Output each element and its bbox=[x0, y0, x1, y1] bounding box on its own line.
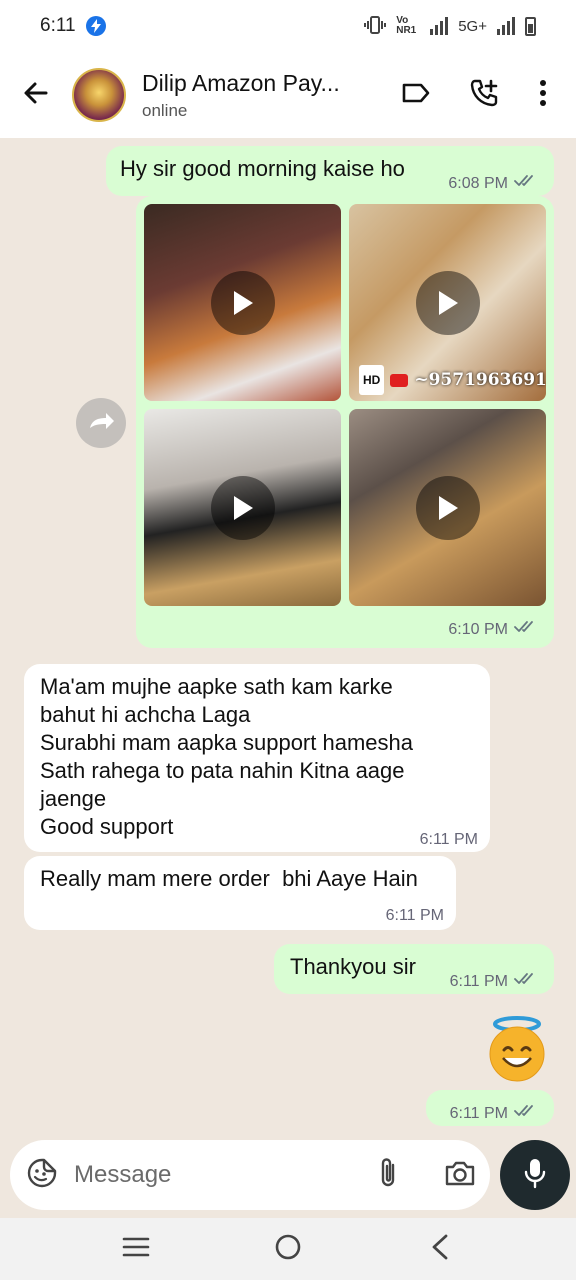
contact-name: Dilip Amazon Pay... bbox=[142, 69, 340, 96]
add-call-icon bbox=[468, 77, 500, 114]
message-line: jaenge bbox=[40, 786, 107, 811]
message-text: Thankyou sir bbox=[290, 954, 416, 979]
message-text: Hy sir good morning kaise ho bbox=[120, 156, 405, 181]
read-ticks-icon bbox=[514, 968, 538, 996]
signal-icon-2 bbox=[497, 17, 515, 35]
network-label: Vo NR1 bbox=[396, 15, 417, 36]
message-time: 6:08 PM bbox=[448, 175, 508, 192]
status-bar: 6:11 Vo NR1 5G+ bbox=[0, 0, 576, 52]
vibrate-icon bbox=[364, 15, 387, 37]
message-time: 6:11 PM bbox=[449, 1105, 508, 1122]
smiling-face-with-halo-icon[interactable] bbox=[484, 1016, 550, 1082]
play-icon bbox=[210, 270, 275, 335]
home-button[interactable] bbox=[248, 1218, 328, 1280]
message-line: Ma'am mujhe aapke sath kam karke bbox=[40, 674, 393, 699]
media-grid: HD ~9571963691 bbox=[144, 204, 546, 606]
message-line: Sath rahega to pata nahin Kitna aage bbox=[40, 758, 405, 783]
overlay-text: ~9571963691 bbox=[414, 370, 546, 390]
message-time: 6:11 PM bbox=[449, 973, 508, 990]
video-overlay: HD ~9571963691 bbox=[359, 365, 546, 395]
forward-button[interactable] bbox=[76, 398, 126, 448]
play-icon bbox=[210, 475, 275, 540]
nav-back-button[interactable] bbox=[400, 1218, 480, 1280]
video-thumbnail[interactable]: HD ~9571963691 bbox=[349, 204, 546, 401]
signal-icon bbox=[430, 17, 449, 35]
microphone-icon bbox=[523, 1157, 547, 1194]
message-composer bbox=[10, 1140, 490, 1210]
hd-badge: HD bbox=[359, 365, 385, 395]
back-button[interactable] bbox=[0, 52, 72, 138]
bolt-icon bbox=[85, 16, 106, 36]
play-icon bbox=[415, 475, 480, 540]
read-ticks-icon bbox=[514, 1100, 538, 1128]
add-call-button[interactable] bbox=[450, 65, 518, 125]
chevron-left-icon bbox=[431, 1234, 449, 1265]
recent-apps-button[interactable] bbox=[96, 1218, 176, 1280]
camera-button[interactable] bbox=[430, 1140, 490, 1210]
video-thumbnail[interactable] bbox=[349, 409, 546, 606]
message-bubble-outgoing[interactable]: Thankyou sir 6:11 PM bbox=[274, 944, 554, 994]
camera-icon bbox=[444, 1159, 476, 1192]
read-ticks-icon bbox=[514, 616, 538, 644]
forward-icon bbox=[86, 410, 116, 437]
network-type: 5G+ bbox=[458, 17, 487, 35]
message-bubble-incoming[interactable]: Ma'am mujhe aapke sath kam karke bahut h… bbox=[24, 664, 490, 852]
message-bubble-outgoing[interactable]: Hy sir good morning kaise ho 6:08 PM bbox=[106, 146, 554, 196]
home-circle-icon bbox=[274, 1233, 302, 1266]
message-line: Good support bbox=[40, 814, 174, 839]
paperclip-icon bbox=[377, 1156, 399, 1195]
contact-status: online bbox=[142, 100, 188, 120]
more-vert-icon bbox=[539, 79, 547, 112]
label-icon bbox=[401, 82, 431, 109]
voice-record-button[interactable] bbox=[500, 1140, 570, 1210]
attach-button[interactable] bbox=[358, 1140, 418, 1210]
read-ticks-icon bbox=[514, 170, 538, 198]
sticker-icon bbox=[26, 1157, 58, 1194]
message-text: Really mam mere order bhi Aaye Hain bbox=[40, 866, 418, 891]
message-time: 6:10 PM bbox=[448, 621, 508, 638]
battery-icon bbox=[525, 16, 536, 36]
emoji-time-bubble[interactable]: 6:11 PM bbox=[426, 1090, 554, 1126]
message-line: Surabhi mam aapka support hamesha bbox=[40, 730, 413, 755]
chat-header: Dilip Amazon Pay... online bbox=[0, 52, 576, 138]
message-bubble-incoming[interactable]: Really mam mere order bhi Aaye Hain 6:11… bbox=[24, 856, 456, 930]
message-line: bahut hi achcha Laga bbox=[40, 702, 251, 727]
video-thumbnail[interactable] bbox=[144, 409, 341, 606]
system-nav-bar bbox=[0, 1218, 576, 1280]
menu-icon bbox=[122, 1236, 150, 1263]
label-button[interactable] bbox=[382, 65, 450, 125]
message-time: 6:11 PM bbox=[385, 907, 444, 924]
more-options-button[interactable] bbox=[518, 65, 568, 125]
chat-area[interactable]: Hy sir good morning kaise ho 6:08 PM HD bbox=[0, 138, 576, 1140]
message-input[interactable] bbox=[74, 1161, 344, 1189]
play-badge-icon bbox=[390, 373, 409, 387]
contact-avatar[interactable] bbox=[72, 68, 126, 122]
status-time: 6:11 bbox=[40, 15, 76, 36]
play-icon bbox=[415, 270, 480, 335]
media-album-bubble[interactable]: HD ~9571963691 6:10 PM bbox=[136, 196, 554, 648]
message-time: 6:11 PM bbox=[419, 831, 478, 848]
video-thumbnail[interactable] bbox=[144, 204, 341, 401]
emoji-picker-button[interactable] bbox=[12, 1140, 72, 1210]
back-arrow-icon bbox=[22, 79, 50, 112]
contact-info[interactable]: Dilip Amazon Pay... online bbox=[142, 70, 372, 121]
